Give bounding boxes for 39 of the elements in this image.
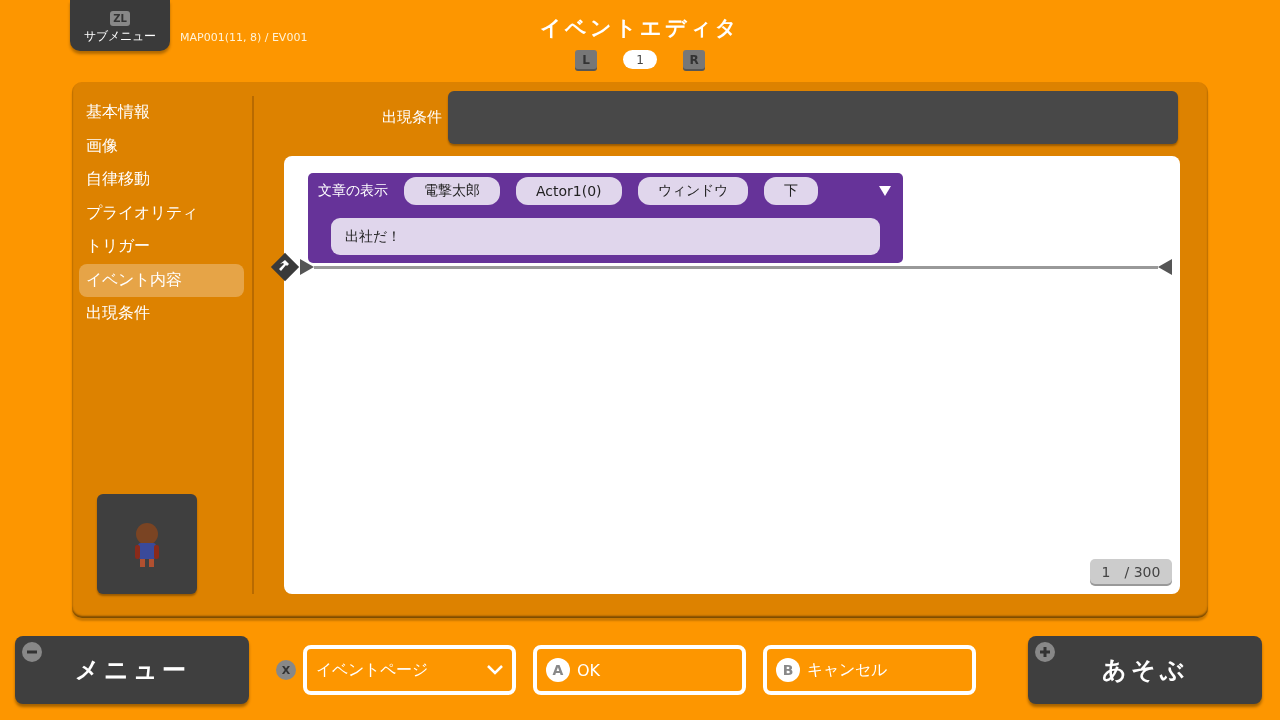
prev-page-key[interactable]: L bbox=[575, 50, 597, 69]
sidebar-item[interactable]: 出現条件 bbox=[79, 297, 244, 331]
command-name: 文章の表示 bbox=[318, 182, 388, 200]
sidebar-item[interactable]: 自律移動 bbox=[79, 163, 244, 197]
event-location: MAP001(11, 8) / EV001 bbox=[180, 31, 308, 44]
event-page-dropdown[interactable]: イベントページ bbox=[303, 645, 516, 695]
key-hint: X bbox=[276, 660, 296, 680]
ok-button[interactable]: A OK bbox=[533, 645, 746, 695]
character-thumbnail[interactable] bbox=[97, 494, 197, 594]
sidebar-item[interactable]: 画像 bbox=[79, 129, 244, 163]
counter-total: / 300 bbox=[1124, 563, 1161, 580]
page-number: 1 bbox=[623, 50, 657, 69]
sidebar-item[interactable]: トリガー bbox=[79, 230, 244, 264]
command-parameter[interactable]: 電撃太郎 bbox=[404, 177, 500, 205]
plus-icon bbox=[1035, 642, 1055, 662]
cancel-button[interactable]: B キャンセル bbox=[763, 645, 976, 695]
minus-icon bbox=[22, 642, 42, 662]
message-text[interactable]: 出社だ！ bbox=[331, 218, 880, 255]
collapse-triangle-icon[interactable] bbox=[879, 186, 891, 196]
counter-current: 1 bbox=[1101, 563, 1111, 580]
condition-label: 出現条件 bbox=[381, 107, 443, 127]
message-command-block[interactable]: 文章の表示 電撃太郎 Actor1(0) ウィンドウ 下 出社だ！ bbox=[308, 173, 903, 263]
key-cap: ZL bbox=[110, 11, 130, 26]
chevron-down-icon bbox=[487, 665, 503, 675]
sidebar-item[interactable]: 基本情報 bbox=[79, 96, 244, 130]
screen-title: イベントエディタ bbox=[540, 15, 740, 42]
command-parameter[interactable]: Actor1(0) bbox=[516, 177, 622, 205]
condition-field[interactable] bbox=[448, 90, 1178, 144]
right-marker-icon bbox=[1158, 259, 1172, 275]
command-parameter[interactable]: ウィンドウ bbox=[637, 177, 748, 205]
menu-button[interactable]: メニュー bbox=[15, 636, 249, 704]
submenu-button[interactable]: ZL サブメニュー bbox=[70, 0, 170, 51]
sidebar-item[interactable]: イベント内容 bbox=[79, 263, 244, 297]
command-parameter[interactable]: 下 bbox=[763, 177, 818, 205]
key-hint: A bbox=[546, 658, 570, 682]
key-hint: B bbox=[776, 658, 800, 682]
next-page-key[interactable]: R bbox=[683, 50, 705, 69]
play-button[interactable]: あそぶ bbox=[1028, 636, 1262, 704]
sidebar-item[interactable]: プライオリティ bbox=[79, 196, 244, 230]
